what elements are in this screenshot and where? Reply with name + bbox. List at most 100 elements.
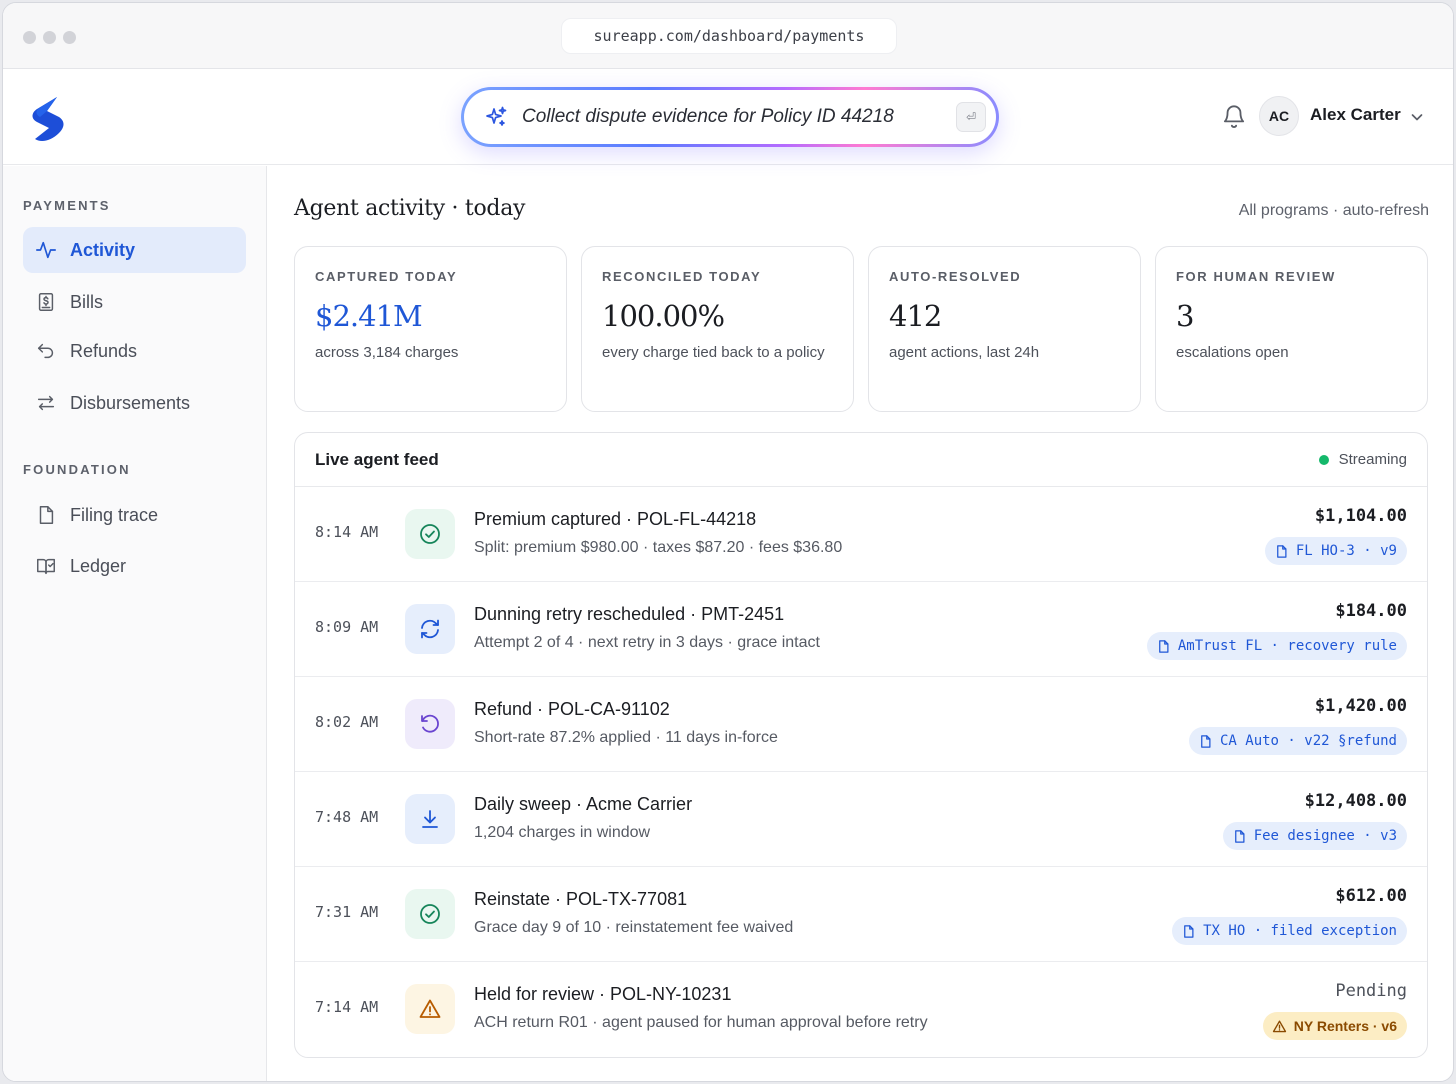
filing-tag[interactable]: AmTrust FL · recovery rule (1146, 632, 1407, 660)
command-input-wrap[interactable]: Collect dispute evidence for Policy ID 4… (464, 90, 996, 144)
row-title: Held for review · POL-NY-10231 (474, 984, 732, 1004)
tag-label: CA Auto · v22 §refund (1219, 733, 1397, 749)
stat-label: RECONCILED TODAY (602, 269, 762, 284)
tag-label: Fee designee · v3 (1253, 828, 1397, 844)
row-title: Reinstate · POL-TX-77081 (474, 889, 688, 909)
row-amount: $12,408.00 (1304, 791, 1407, 811)
app-header: Collect dispute evidence for Policy ID 4… (3, 69, 1453, 165)
row-time: 8:14 AM (315, 523, 379, 541)
stats-row: CAPTURED TODAY $2.41M across 3,184 charg… (294, 246, 1428, 412)
command-bar[interactable]: Collect dispute evidence for Policy ID 4… (461, 87, 999, 147)
row-title: Premium captured · POL-FL-44218 (474, 509, 757, 529)
section-label-foundation: FOUNDATION (23, 462, 131, 477)
file-icon (1201, 734, 1211, 748)
sidebar-item-label: Activity (70, 239, 136, 260)
stat-card-human-review[interactable]: FOR HUMAN REVIEW 3 escalations open (1155, 246, 1428, 412)
row-title: Daily sweep · Acme Carrier (474, 794, 693, 814)
sidebar-item-refunds[interactable]: Refunds (23, 328, 246, 374)
feed-row[interactable]: 8:02 AM Refund · POL-CA-91102 Short-rate… (295, 677, 1427, 772)
row-amount: Pending (1335, 981, 1407, 1001)
file-icon (1234, 829, 1245, 843)
minimize-dot[interactable] (43, 31, 56, 44)
feed-row[interactable]: 7:48 AM Daily sweep · Acme Carrier 1,204… (295, 772, 1427, 867)
sidebar-item-bills[interactable]: Bills (23, 279, 246, 325)
status-label: Streaming (1338, 451, 1407, 468)
stat-note: every charge tied back to a policy (602, 344, 825, 361)
undo-icon (37, 343, 54, 359)
stat-card-captured[interactable]: CAPTURED TODAY $2.41M across 3,184 charg… (294, 246, 567, 412)
activity-icon (36, 241, 56, 259)
sidebar-item-disbursements[interactable]: Disbursements (23, 380, 246, 426)
row-description: Split: premium $980.00 · taxes $87.20 · … (474, 539, 843, 556)
status-dot (1318, 454, 1329, 465)
stat-value: 3 (1176, 299, 1194, 333)
close-dot[interactable] (23, 31, 36, 44)
maximize-dot[interactable] (63, 31, 76, 44)
row-icon-badge (405, 794, 455, 844)
filing-tag[interactable]: NY Renters · v6 (1262, 1012, 1407, 1040)
filing-tag[interactable]: CA Auto · v22 §refund (1188, 727, 1407, 755)
row-icon-badge (405, 984, 455, 1034)
warning-icon (1272, 1020, 1286, 1032)
feed-header: Live agent feed Streaming (295, 433, 1427, 487)
download-icon (422, 810, 438, 828)
stat-label: AUTO-RESOLVED (889, 269, 1022, 284)
stat-value: $2.41M (315, 299, 423, 333)
book-icon (37, 558, 55, 575)
sidebar-item-label: Bills (70, 291, 104, 312)
streaming-status: Streaming (1318, 451, 1407, 468)
user-name[interactable]: Alex Carter (1310, 105, 1401, 125)
file-icon (39, 506, 54, 524)
rotate-ccw-icon (421, 714, 439, 733)
row-description: Short-rate 87.2% applied · 11 days in-fo… (474, 729, 778, 746)
row-icon-badge (405, 604, 455, 654)
page-subtitle[interactable]: All programs · auto-refresh (1239, 202, 1429, 220)
filing-tag[interactable]: TX HO · filed exception (1172, 917, 1407, 945)
feed-row[interactable]: 7:31 AM Reinstate · POL-TX-77081 Grace d… (295, 867, 1427, 962)
enter-key-icon[interactable]: ⏎ (956, 102, 986, 132)
browser-window: sureapp.com/dashboard/payments Collect d… (2, 2, 1454, 1082)
stat-card-reconciled[interactable]: RECONCILED TODAY 100.00% every charge ti… (581, 246, 854, 412)
bill-icon (38, 293, 54, 311)
avatar[interactable]: AC (1259, 96, 1299, 136)
sidebar-item-filing-trace[interactable]: Filing trace (23, 492, 246, 538)
row-time: 7:31 AM (315, 903, 379, 921)
row-title: Dunning retry rescheduled · PMT-2451 (474, 604, 785, 624)
filing-tag[interactable]: FL HO-3 · v9 (1264, 537, 1407, 565)
row-description: Grace day 9 of 10 · reinstatement fee wa… (474, 919, 794, 936)
feed-row[interactable]: 7:14 AM Held for review · POL-NY-10231 A… (295, 962, 1427, 1057)
command-query[interactable]: Collect dispute evidence for Policy ID 4… (522, 106, 956, 128)
address-bar[interactable]: sureapp.com/dashboard/payments (561, 18, 897, 54)
sidebar-item-activity[interactable]: Activity (23, 227, 246, 273)
stat-label: FOR HUMAN REVIEW (1176, 269, 1336, 284)
row-description: Attempt 2 of 4 · next retry in 3 days · … (474, 634, 820, 651)
bell-icon[interactable] (1221, 102, 1247, 130)
sidebar-item-label: Refunds (70, 340, 138, 361)
stat-card-auto-resolved[interactable]: AUTO-RESOLVED 412 agent actions, last 24… (868, 246, 1141, 412)
row-time: 7:14 AM (315, 998, 379, 1016)
stat-value: 100.00% (602, 299, 725, 333)
sidebar-item-ledger[interactable]: Ledger (23, 543, 246, 589)
chevron-down-icon[interactable] (1409, 109, 1425, 125)
row-time: 7:48 AM (315, 808, 379, 826)
feed-row[interactable]: 8:14 AM Premium captured · POL-FL-44218 … (295, 487, 1427, 582)
sparkle-icon (486, 106, 507, 126)
row-amount: $184.00 (1335, 601, 1407, 621)
check-circle-icon (420, 524, 440, 544)
section-label-payments: PAYMENTS (23, 198, 111, 213)
file-icon (1276, 544, 1287, 558)
row-icon-badge (405, 699, 455, 749)
stat-note: escalations open (1176, 344, 1289, 361)
row-description: ACH return R01 · agent paused for human … (474, 1014, 928, 1031)
row-amount: $1,420.00 (1314, 696, 1407, 716)
row-amount: $612.00 (1335, 886, 1407, 906)
file-icon (1158, 639, 1169, 653)
feed-row[interactable]: 8:09 AM Dunning retry rescheduled · PMT-… (295, 582, 1427, 677)
row-time: 8:02 AM (315, 713, 379, 731)
main-content: Agent activity · today All programs · au… (268, 166, 1453, 1081)
sure-logo[interactable] (27, 95, 67, 143)
sidebar-item-label: Disbursements (70, 392, 191, 413)
filing-tag[interactable]: Fee designee · v3 (1222, 822, 1407, 850)
row-time: 8:09 AM (315, 618, 379, 636)
row-amount: $1,104.00 (1314, 506, 1407, 526)
